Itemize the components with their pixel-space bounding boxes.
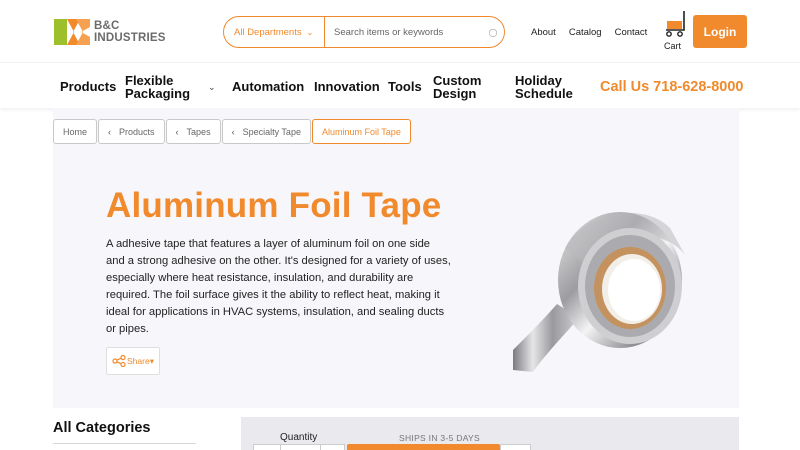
nav-holiday-line2: Schedule <box>515 86 573 101</box>
cart-icon <box>666 11 685 37</box>
search-input[interactable] <box>325 17 482 47</box>
login-button[interactable]: Login <box>693 15 747 48</box>
breadcrumb-label: Specialty Tape <box>242 126 301 137</box>
brand-name: B&C INDUSTRIES <box>94 20 166 44</box>
search-icon[interactable]: ◯ <box>482 28 504 37</box>
utility-links: About Catalog Contact <box>531 27 647 38</box>
breadcrumb-label: Products <box>119 126 155 137</box>
share-icon <box>112 355 126 367</box>
all-categories-heading: All Categories <box>53 420 151 436</box>
breadcrumb: Home ‹ Products ‹ Tapes ‹ Specialty Tape… <box>53 119 412 144</box>
department-label: All Departments <box>234 26 302 38</box>
wishlist-button[interactable] <box>500 444 531 450</box>
breadcrumb-tapes[interactable]: ‹ Tapes <box>165 119 221 144</box>
top-header: B&C INDUSTRIES All Departments ⌄ ◯ About… <box>0 0 800 62</box>
breadcrumb-products[interactable]: ‹ Products <box>98 119 165 144</box>
nav-innovation[interactable]: Innovation <box>314 80 380 93</box>
share-label: Share <box>127 356 150 366</box>
search-bar: All Departments ⌄ ◯ <box>223 16 505 48</box>
about-link[interactable]: About <box>531 27 556 38</box>
breadcrumb-home[interactable]: Home <box>53 119 98 144</box>
page-title: Aluminum Foil Tape <box>106 186 442 225</box>
shipping-notice: SHIPS IN 3-5 DAYS <box>399 433 480 443</box>
department-select[interactable]: All Departments ⌄ <box>224 17 325 47</box>
nav-custom-design[interactable]: Custom Design <box>433 74 481 100</box>
catalog-link[interactable]: Catalog <box>569 27 602 38</box>
nav-custom-line2: Design <box>433 86 477 101</box>
divider <box>280 445 281 450</box>
quantity-label: Quantity <box>280 432 318 443</box>
product-description: A adhesive tape that features a layer of… <box>106 238 451 335</box>
quantity-stepper[interactable] <box>253 444 345 450</box>
main-nav: Products Flexible Packaging ⌄ Automation… <box>0 62 800 108</box>
divider <box>53 443 196 444</box>
nav-automation[interactable]: Automation <box>232 80 304 93</box>
breadcrumb-label: Home <box>63 126 88 137</box>
nav-flexible-packaging[interactable]: Flexible Packaging <box>125 74 190 100</box>
chevron-down-icon: ▾ <box>149 355 154 366</box>
chevron-down-icon: ⌄ <box>306 27 314 37</box>
chevron-left-icon: ‹ <box>175 126 179 137</box>
product-image[interactable] <box>505 200 695 375</box>
cart-button[interactable]: Cart <box>661 8 689 54</box>
contact-link[interactable]: Contact <box>615 27 648 38</box>
breadcrumb-current[interactable]: Aluminum Foil Tape <box>311 119 411 144</box>
nav-tools[interactable]: Tools <box>388 80 422 93</box>
logo-mark <box>54 19 90 45</box>
nav-flexible-line2: Packaging <box>125 86 191 101</box>
breadcrumb-specialty-tape[interactable]: ‹ Specialty Tape <box>221 119 311 144</box>
add-to-cart-button[interactable] <box>347 444 500 450</box>
chevron-left-icon: ‹ <box>231 126 235 137</box>
breadcrumb-label: Tapes <box>186 126 211 137</box>
brand-logo[interactable]: B&C INDUSTRIES <box>54 19 194 45</box>
chevron-left-icon: ‹ <box>108 126 112 137</box>
nav-holiday-schedule[interactable]: Holiday Schedule <box>515 74 573 100</box>
breadcrumb-label: Aluminum Foil Tape <box>321 126 401 137</box>
cart-label: Cart <box>664 41 682 51</box>
divider <box>320 445 321 450</box>
share-button[interactable]: Share ▾ <box>106 347 160 375</box>
call-us-link[interactable]: Call Us 718-628-8000 <box>600 79 744 95</box>
chevron-down-icon[interactable]: ⌄ <box>208 82 216 93</box>
nav-products[interactable]: Products <box>60 80 116 93</box>
